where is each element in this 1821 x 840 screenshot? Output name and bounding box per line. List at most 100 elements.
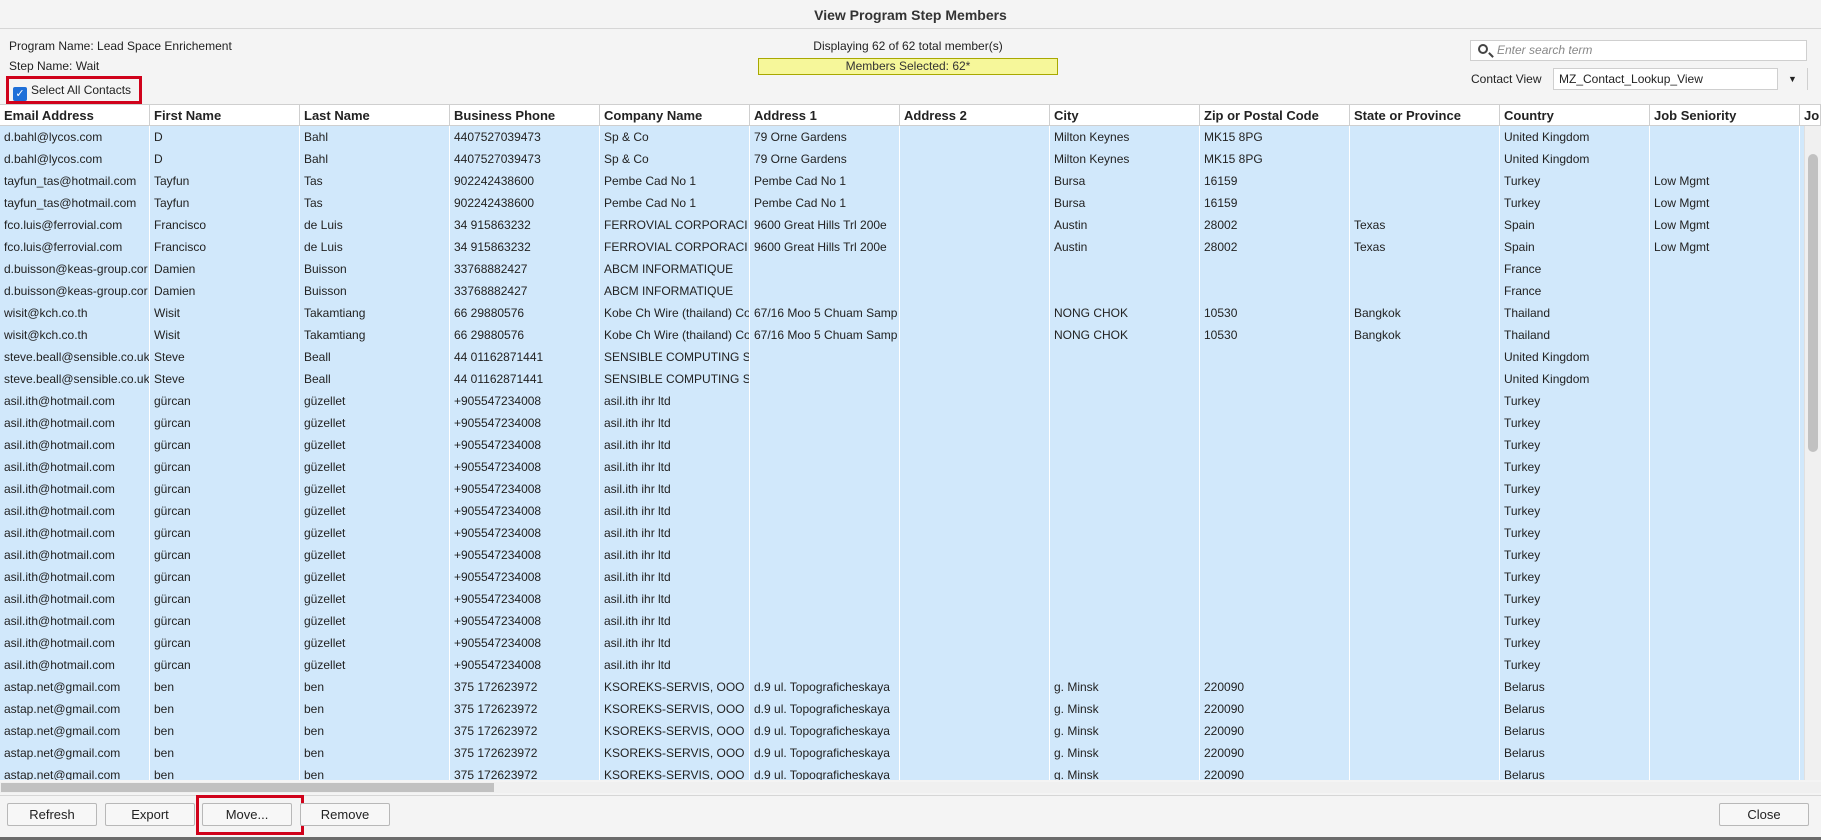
remove-button[interactable]: Remove: [300, 803, 390, 826]
table-cell: Pembe Cad No 1: [600, 170, 750, 192]
table-row[interactable]: asil.ith@hotmail.com gürcan güzellet +90554…: [0, 566, 1804, 588]
table-row[interactable]: tayfun_tas@hotmail.com Tayfun Tas 902242438…: [0, 170, 1804, 192]
table-cell: [1650, 390, 1800, 412]
table-row[interactable]: tayfun_tas@hotmail.com Tayfun Tas 902242438…: [0, 192, 1804, 214]
table-cell: [900, 170, 1050, 192]
column-header[interactable]: Job Seniority: [1650, 105, 1800, 127]
table-cell: MK15 8PG: [1200, 126, 1350, 148]
table-cell: [1350, 170, 1500, 192]
table-row[interactable]: astap.net@gmail.com ben ben 375 172623972 KS…: [0, 764, 1804, 780]
table-cell: [1200, 654, 1350, 676]
column-header[interactable]: Address 2: [900, 105, 1050, 127]
table-row[interactable]: d.bahl@lycos.com D Bahl 4407527039473 Sp & C…: [0, 126, 1804, 148]
table-cell: [1050, 610, 1200, 632]
table-cell: güzellet: [300, 632, 450, 654]
column-header[interactable]: Address 1: [750, 105, 900, 127]
table-row[interactable]: asil.ith@hotmail.com gürcan güzellet +90554…: [0, 434, 1804, 456]
table-cell: ben: [150, 742, 300, 764]
table-cell: 67/16 Moo 5 Chuam Samp: [750, 302, 900, 324]
table-row[interactable]: asil.ith@hotmail.com gürcan güzellet +90554…: [0, 544, 1804, 566]
table-row[interactable]: asil.ith@hotmail.com gürcan güzellet +90554…: [0, 390, 1804, 412]
table-cell: NONG CHOK: [1050, 302, 1200, 324]
chevron-down-icon[interactable]: ▼: [1777, 68, 1807, 90]
table-cell: [1650, 720, 1800, 742]
column-header[interactable]: State or Province: [1350, 105, 1500, 127]
table-cell: [1050, 258, 1200, 280]
table-row[interactable]: d.buisson@keas-group.cor Damien Buisson 337…: [0, 280, 1804, 302]
table-row[interactable]: asil.ith@hotmail.com gürcan güzellet +90554…: [0, 588, 1804, 610]
table-cell: 220090: [1200, 720, 1350, 742]
table-cell: 902242438600: [450, 170, 600, 192]
column-header[interactable]: Jo: [1800, 105, 1821, 127]
select-all-contacts[interactable]: ✓ Select All Contacts: [6, 76, 142, 104]
table-row[interactable]: astap.net@gmail.com ben ben 375 172623972 KS…: [0, 742, 1804, 764]
table-row[interactable]: asil.ith@hotmail.com gürcan güzellet +90554…: [0, 412, 1804, 434]
table-row[interactable]: asil.ith@hotmail.com gürcan güzellet +90554…: [0, 478, 1804, 500]
table-cell: [750, 346, 900, 368]
table-cell: ABCM INFORMATIQUE: [600, 258, 750, 280]
table-cell: Turkey: [1500, 522, 1650, 544]
members-selected-bar: Members Selected: 62*: [758, 58, 1058, 75]
column-header[interactable]: Zip or Postal Code: [1200, 105, 1350, 127]
table-row[interactable]: steve.beall@sensible.co.uk Steve Beall 44 0…: [0, 368, 1804, 390]
table-row[interactable]: wisit@kch.co.th Wisit Takamtiang 66 2988057…: [0, 302, 1804, 324]
table-row[interactable]: fco.luis@ferrovial.com Francisco de Luis 34…: [0, 236, 1804, 258]
table-cell: [750, 258, 900, 280]
table-row[interactable]: astap.net@gmail.com ben ben 375 172623972 KS…: [0, 698, 1804, 720]
search-input[interactable]: Enter search term: [1470, 40, 1807, 61]
vertical-scrollbar[interactable]: [1804, 126, 1821, 780]
table-cell: ABCM INFORMATIQUE: [600, 280, 750, 302]
table-row[interactable]: steve.beall@sensible.co.uk Steve Beall 44 0…: [0, 346, 1804, 368]
table-cell: [750, 456, 900, 478]
table-row[interactable]: asil.ith@hotmail.com gürcan güzellet +90554…: [0, 610, 1804, 632]
table-cell: Wisit: [150, 302, 300, 324]
table-row[interactable]: asil.ith@hotmail.com gürcan güzellet +90554…: [0, 456, 1804, 478]
table-cell: d.buisson@keas-group.cor: [0, 258, 150, 280]
table-cell: 67/16 Moo 5 Chuam Samp: [750, 324, 900, 346]
table-row[interactable]: asil.ith@hotmail.com gürcan güzellet +90554…: [0, 632, 1804, 654]
table-cell: +905547234008: [450, 654, 600, 676]
table-row[interactable]: astap.net@gmail.com ben ben 375 172623972 KS…: [0, 676, 1804, 698]
table-cell: [1650, 280, 1800, 302]
table-cell: gürcan: [150, 456, 300, 478]
column-header[interactable]: Country: [1500, 105, 1650, 127]
table-cell: asil.ith ihr ltd: [600, 522, 750, 544]
export-button[interactable]: Export: [105, 803, 195, 826]
column-header[interactable]: Email Address: [0, 105, 150, 127]
horizontal-scrollbar-thumb[interactable]: [1, 783, 494, 792]
column-header[interactable]: Company Name: [600, 105, 750, 127]
table-cell: 375 172623972: [450, 764, 600, 780]
table-row[interactable]: asil.ith@hotmail.com gürcan güzellet +90554…: [0, 500, 1804, 522]
table-cell: Takamtiang: [300, 324, 450, 346]
table-row[interactable]: d.bahl@lycos.com D Bahl 4407527039473 Sp & C…: [0, 148, 1804, 170]
table-cell: Turkey: [1500, 632, 1650, 654]
table-row[interactable]: fco.luis@ferrovial.com Francisco de Luis 34…: [0, 214, 1804, 236]
table-cell: 4407527039473: [450, 148, 600, 170]
table-cell: Turkey: [1500, 170, 1650, 192]
vertical-scrollbar-thumb[interactable]: [1808, 154, 1818, 452]
table-cell: 10530: [1200, 324, 1350, 346]
table-cell: tayfun_tas@hotmail.com: [0, 170, 150, 192]
table-cell: asil.ith ihr ltd: [600, 412, 750, 434]
column-header[interactable]: City: [1050, 105, 1200, 127]
table-row[interactable]: asil.ith@hotmail.com gürcan güzellet +90554…: [0, 654, 1804, 676]
table-row[interactable]: asil.ith@hotmail.com gürcan güzellet +90554…: [0, 522, 1804, 544]
table-cell: FERROVIAL CORPORACI: [600, 214, 750, 236]
table-row[interactable]: d.buisson@keas-group.cor Damien Buisson 337…: [0, 258, 1804, 280]
close-button[interactable]: Close: [1719, 803, 1809, 826]
column-header[interactable]: Last Name: [300, 105, 450, 127]
contact-view-select[interactable]: MZ_Contact_Lookup_View ▼: [1553, 68, 1808, 90]
refresh-button[interactable]: Refresh: [7, 803, 97, 826]
table-cell: d.9 ul. Topograficheskaya: [750, 676, 900, 698]
column-header[interactable]: First Name: [150, 105, 300, 127]
column-header[interactable]: Business Phone: [450, 105, 600, 127]
table-cell: [1350, 434, 1500, 456]
table-cell: United Kingdom: [1500, 346, 1650, 368]
horizontal-scrollbar[interactable]: [0, 782, 1821, 793]
table-row[interactable]: astap.net@gmail.com ben ben 375 172623972 KS…: [0, 720, 1804, 742]
table-cell: [1050, 566, 1200, 588]
checkbox-checked-icon[interactable]: ✓: [13, 87, 27, 101]
table-cell: Bursa: [1050, 170, 1200, 192]
table-cell: Belarus: [1500, 676, 1650, 698]
table-row[interactable]: wisit@kch.co.th Wisit Takamtiang 66 2988057…: [0, 324, 1804, 346]
